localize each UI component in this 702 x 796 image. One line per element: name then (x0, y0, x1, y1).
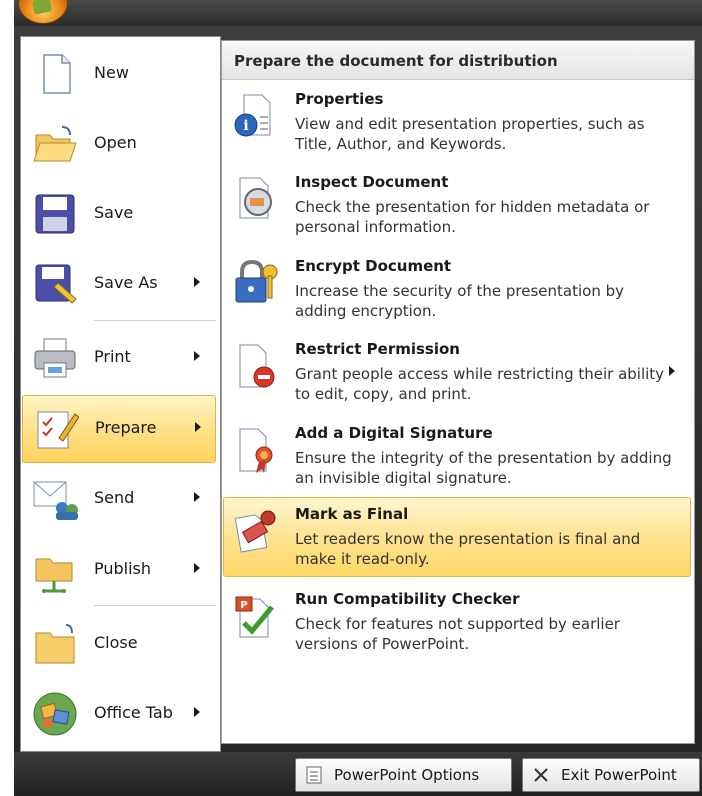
menu-item-new[interactable]: New (22, 41, 216, 107)
submenu-item-description: Let readers know the presentation is fin… (295, 530, 641, 568)
menu-item-print[interactable]: Print (22, 325, 216, 391)
title-bar (14, 0, 702, 26)
menu-item-label: Close (94, 633, 138, 652)
menu-item-label: Office Tab (94, 703, 173, 722)
new-document-icon (43, 54, 71, 94)
menu-item-publish[interactable]: Publish (22, 537, 216, 603)
publish-icon (35, 558, 73, 593)
submenu-header: Prepare the document for distribution (222, 41, 694, 80)
submenu-arrow-icon (669, 366, 675, 376)
inspect-document-icon (239, 177, 272, 219)
submenu-item-mark-as-final[interactable]: Mark as Final Let readers know the prese… (223, 497, 691, 577)
submenu-arrow-icon (194, 707, 200, 717)
office-tab-icon (33, 692, 77, 736)
menu-item-open[interactable]: Open (22, 111, 216, 177)
options-icon (306, 766, 322, 784)
menu-item-office-tab[interactable]: Office Tab (22, 681, 216, 747)
submenu-arrow-icon (194, 351, 200, 361)
encrypt-lock-icon (235, 259, 278, 303)
submenu-arrow-icon (194, 492, 200, 502)
submenu-item-description: Check the presentation for hidden metada… (295, 198, 650, 236)
digital-signature-icon (239, 428, 273, 473)
submenu-item-title: Encrypt Document (295, 257, 452, 275)
office-menu-screen: Prepare the document for distribution Ne… (0, 0, 702, 796)
submenu-arrow-icon (195, 422, 201, 432)
submenu-arrow-icon (194, 563, 200, 573)
menu-item-label: New (94, 63, 129, 82)
powerpoint-options-button[interactable]: PowerPoint Options (295, 758, 512, 792)
submenu-header-text: Prepare the document for distribution (234, 52, 558, 70)
submenu-item-encrypt-document[interactable]: Encrypt Document Increase the security o… (224, 250, 690, 328)
menu-item-save[interactable]: Save (22, 181, 216, 247)
menu-item-label: Save (94, 203, 134, 222)
menu-item-send[interactable]: Send (22, 466, 216, 532)
open-folder-icon (33, 126, 77, 162)
svg-text:P: P (240, 600, 247, 611)
submenu-item-restrict-permission[interactable]: Restrict Permission Grant people access … (224, 333, 690, 411)
submenu-item-title: Restrict Permission (295, 340, 460, 358)
submenu-item-title: Inspect Document (295, 173, 449, 191)
close-folder-icon (35, 624, 75, 664)
printer-icon (34, 338, 76, 378)
submenu-item-inspect-document[interactable]: Inspect Document Check the presentation … (224, 166, 690, 244)
menu-item-label: Save As (94, 273, 158, 292)
send-icon (33, 481, 78, 520)
submenu-item-properties[interactable]: i Properties View and edit presentation … (224, 83, 690, 161)
exit-powerpoint-label: Exit PowerPoint (561, 766, 677, 784)
menu-item-close[interactable]: Close (22, 611, 216, 677)
svg-text:i: i (243, 118, 248, 134)
submenu-item-add-digital-signature[interactable]: Add a Digital Signature Ensure the integ… (224, 417, 690, 495)
submenu-item-description: Check for features not supported by earl… (295, 615, 620, 653)
menu-separator (94, 320, 216, 321)
menu-item-save-as[interactable]: Save As (22, 251, 216, 317)
submenu-item-description: Increase the security of the presentatio… (295, 282, 625, 320)
menu-item-label: Prepare (95, 418, 157, 437)
mark-as-final-icon (234, 510, 276, 553)
compatibility-checker-icon: P (235, 596, 274, 638)
menu-item-label: Print (94, 347, 131, 366)
prepare-icon (37, 411, 79, 449)
menu-item-prepare[interactable]: Prepare (22, 395, 216, 463)
exit-powerpoint-button[interactable]: Exit PowerPoint (522, 758, 700, 792)
menu-item-label: Open (94, 133, 137, 152)
save-as-icon (35, 264, 77, 304)
submenu-item-run-compatibility-checker[interactable]: P Run Compatibility Checker Check for fe… (224, 583, 690, 661)
submenu-arrow-icon (194, 277, 200, 287)
powerpoint-options-label: PowerPoint Options (334, 766, 480, 784)
submenu-item-description: Grant people access while restricting th… (295, 365, 665, 403)
submenu-item-title: Mark as Final (295, 505, 409, 523)
submenu-item-title: Run Compatibility Checker (295, 590, 520, 608)
menu-item-label: Publish (94, 559, 152, 578)
menu-item-label: Send (94, 488, 135, 507)
submenu-item-title: Add a Digital Signature (295, 424, 493, 442)
close-icon (534, 768, 548, 782)
save-disk-icon (35, 194, 75, 234)
submenu-item-description: Ensure the integrity of the presentation… (295, 449, 672, 487)
office-logo-icon (31, 0, 53, 15)
restrict-permission-icon (239, 344, 275, 388)
properties-icon: i (234, 94, 271, 137)
submenu-item-description: View and edit presentation properties, s… (295, 115, 645, 153)
submenu-item-title: Properties (295, 90, 384, 108)
menu-separator (94, 605, 216, 606)
